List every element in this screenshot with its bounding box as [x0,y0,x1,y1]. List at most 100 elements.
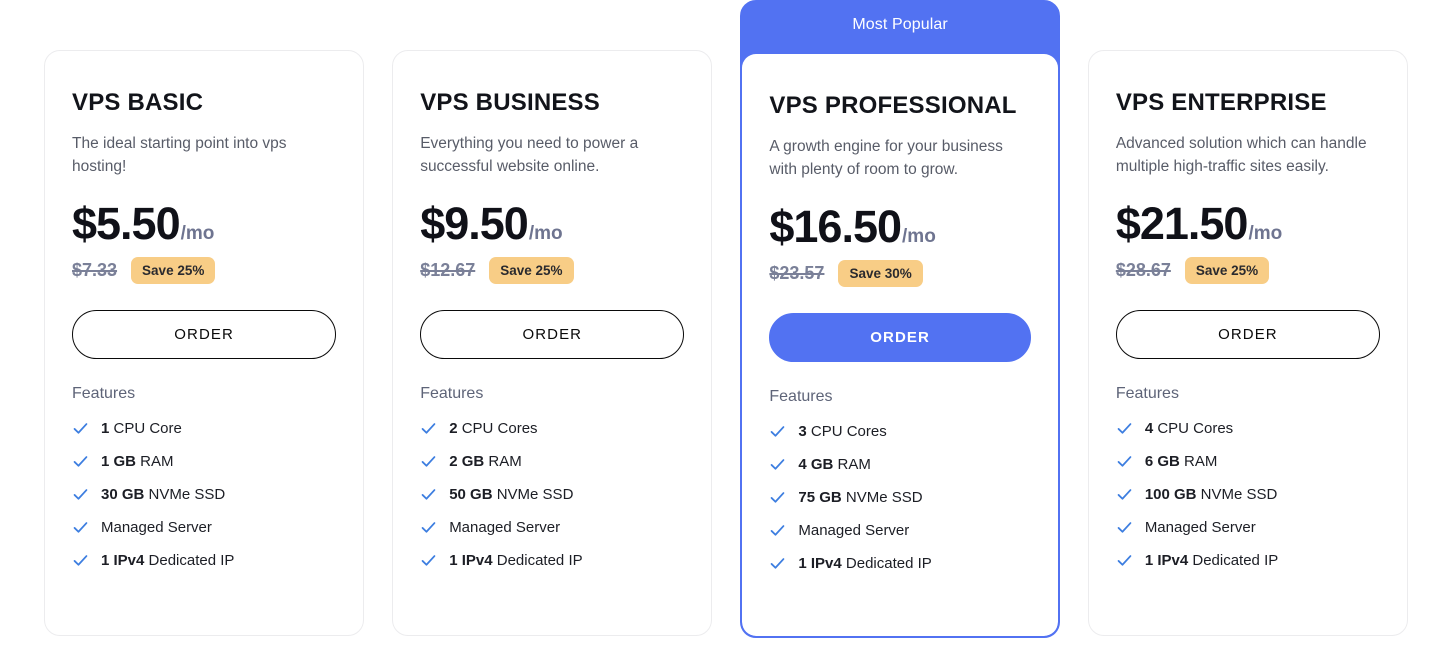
check-icon [420,420,437,437]
feature-text: 30 GB NVMe SSD [101,485,226,503]
feature-text: Managed Server [101,518,212,536]
most-popular-label: Most Popular [852,16,948,33]
list-item: 1 IPv4 Dedicated IP [420,552,684,570]
check-icon [420,552,437,569]
check-icon [72,420,89,437]
feature-text: 1 IPv4 Dedicated IP [1144,551,1279,569]
plan-price: $16.50 [769,200,902,252]
old-price: $7.33 [72,260,118,281]
order-button[interactable]: ORDER [72,309,337,359]
plan-description: The ideal starting point into vps hostin… [72,135,287,175]
feature-text: 3 CPU Cores [798,422,887,440]
list-item: Managed Server [420,519,684,537]
check-icon [72,486,89,503]
check-icon [1116,486,1133,503]
plan-description: Advanced solution which can handle multi… [1115,135,1367,175]
pricing-plans-grid: VPS BASIC The ideal starting point into … [0,0,1452,657]
price-row: $5.50 /mo [72,201,336,246]
check-icon [420,519,437,536]
feature-text: 2 GB RAM [449,452,522,470]
plan-price: $21.50 [1115,197,1249,249]
plan-name: VPS PROFESSIONAL [769,92,1017,119]
price-row: $16.50 /mo [769,204,1030,249]
save-badge: Save 25% [489,257,574,285]
check-icon [769,456,786,473]
list-item: 6 GB RAM [1116,453,1380,471]
most-popular-banner: Most Popular [742,2,1058,54]
list-item: 1 IPv4 Dedicated IP [72,552,336,570]
save-badge: Save 25% [131,257,216,285]
list-item: 1 CPU Core [72,420,336,438]
feature-text: 1 IPv4 Dedicated IP [101,551,235,569]
plan-price: $9.50 [420,197,529,249]
list-item: 4 CPU Cores [1116,420,1380,438]
price-period: /mo [180,222,215,244]
plan-card: VPS ENTERPRISE Advanced solution which c… [1087,50,1408,636]
list-item: 2 GB RAM [420,453,684,471]
plan-card-inner: VPS PROFESSIONAL A growth engine for you… [742,54,1058,636]
price-period: /mo [902,225,936,247]
check-icon [769,423,786,440]
list-item: 3 CPU Cores [769,423,1030,441]
old-price: $28.67 [1115,260,1171,281]
discount-row: $7.33 Save 25% [72,257,336,285]
price-period: /mo [1248,222,1283,244]
feature-text: Managed Server [798,521,910,539]
check-icon [769,522,786,539]
feature-list: 2 CPU Cores 2 GB RAM 50 GB NVMe SSD Mana… [420,420,684,570]
order-button[interactable]: ORDER [420,309,685,359]
plan-card: VPS BASIC The ideal starting point into … [44,50,365,636]
discount-row: $28.67 Save 25% [1115,257,1380,285]
feature-text: 1 CPU Core [101,419,182,437]
check-icon [72,453,89,470]
features-label: Features [1115,384,1179,402]
features-label: Features [420,384,484,402]
check-icon [769,555,786,572]
feature-text: 6 GB RAM [1144,452,1218,470]
check-icon [1116,420,1133,437]
list-item: 50 GB NVMe SSD [420,486,684,504]
features-label: Features [769,387,833,405]
check-icon [420,486,437,503]
check-icon [72,519,89,536]
list-item: 1 IPv4 Dedicated IP [769,555,1030,573]
old-price: $12.67 [420,260,476,281]
plan-card: VPS BUSINESS Everything you need to powe… [392,50,713,636]
plan-name: VPS ENTERPRISE [1115,89,1327,116]
feature-text: 2 CPU Cores [449,419,538,437]
check-icon [1116,519,1133,536]
plan-card: Most Popular VPS PROFESSIONAL A growth e… [740,0,1060,638]
feature-text: Managed Server [449,518,561,536]
order-button[interactable]: ORDER [769,312,1031,362]
plan-name: VPS BASIC [72,89,204,116]
feature-list: 4 CPU Cores 6 GB RAM 100 GB NVMe SSD Man… [1116,420,1380,570]
save-badge: Save 25% [1184,257,1270,285]
list-item: 4 GB RAM [769,456,1030,474]
feature-text: Managed Server [1144,518,1256,536]
list-item: 2 CPU Cores [420,420,684,438]
order-button[interactable]: ORDER [1115,309,1380,359]
check-icon [420,453,437,470]
price-period: /mo [528,222,563,244]
list-item: 30 GB NVMe SSD [72,486,336,504]
price-row: $9.50 /mo [420,201,684,246]
plan-description: Everything you need to power a successfu… [420,135,639,175]
list-item: Managed Server [1116,519,1380,537]
feature-text: 1 GB RAM [101,452,174,470]
feature-list: 1 CPU Core 1 GB RAM 30 GB NVMe SSD Manag… [72,420,336,570]
check-icon [1116,453,1133,470]
feature-text: 1 IPv4 Dedicated IP [449,551,583,569]
discount-row: $23.57 Save 30% [769,260,1030,288]
list-item: Managed Server [769,522,1030,540]
feature-text: 50 GB NVMe SSD [449,485,574,503]
features-label: Features [72,384,136,402]
list-item: 1 GB RAM [72,453,336,471]
discount-row: $12.67 Save 25% [420,257,684,285]
list-item: 75 GB NVMe SSD [769,489,1030,507]
save-badge: Save 30% [838,260,923,288]
feature-list: 3 CPU Cores 4 GB RAM 75 GB NVMe SSD Mana… [769,423,1030,573]
feature-text: 4 GB RAM [798,455,871,473]
feature-text: 75 GB NVMe SSD [798,488,923,506]
list-item: 1 IPv4 Dedicated IP [1116,552,1380,570]
list-item: 100 GB NVMe SSD [1116,486,1380,504]
